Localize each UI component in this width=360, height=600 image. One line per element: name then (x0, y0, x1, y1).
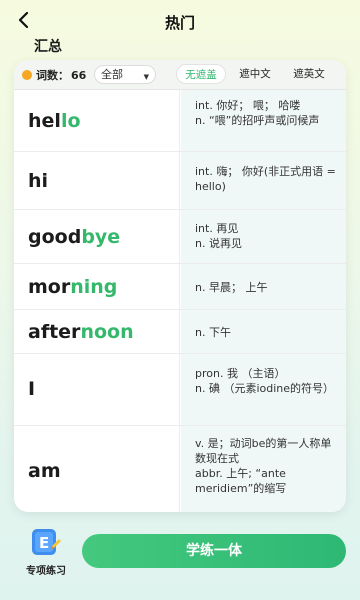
definition-cell: int. 你好； 喂； 哈喽 n. “喂”的招呼声或问候声 (181, 90, 346, 151)
definition-cell: int. 嗨； 你好(非正式用语 = hello) (181, 152, 346, 209)
learn-practice-button[interactable]: 学练一体 (82, 534, 346, 568)
definition-cell: int. 再见 n. 说再见 (181, 210, 346, 263)
section-title: 汇总 (34, 39, 62, 55)
page-title: 热门 (164, 14, 195, 32)
definition-text: n. 早晨； 上午 (195, 281, 268, 294)
word-row[interactable]: morning n. 早晨； 上午 (14, 264, 346, 310)
word-text: am (28, 460, 61, 482)
word-list-card: 词数： 66 全部 ▼ 无遮盖 遮中文 遮英文 hello int. 你好； 喂… (14, 60, 346, 512)
word-text: goodbye (28, 226, 121, 248)
svg-text:E: E (39, 534, 49, 552)
word-highlight: bye (81, 226, 121, 248)
list-toolbar: 词数： 66 全部 ▼ 无遮盖 遮中文 遮英文 (14, 60, 346, 90)
word-row[interactable]: am v. 是；动词be的第一人称单数现在式 abbr. 上午; “ante m… (14, 426, 346, 512)
definition-text: n. 下午 (195, 326, 231, 339)
word-row[interactable]: afternoon n. 下午 (14, 310, 346, 354)
word-cell: I (14, 354, 180, 425)
word-highlight: lo (60, 110, 81, 132)
definition-text: int. 你好； 喂； 哈喽 n. “喂”的招呼声或问候声 (195, 99, 320, 127)
word-highlight: noon (80, 321, 134, 343)
word-cell: afternoon (14, 310, 180, 353)
filter-select-value: 全部 (101, 68, 123, 81)
word-cell: morning (14, 264, 180, 309)
definition-text: pron. 我 （主语） n. 碘 （元素iodine的符号） (195, 367, 335, 395)
caret-down-icon: ▼ (143, 73, 149, 81)
count-dot-icon (22, 70, 32, 80)
definition-cell: n. 下午 (181, 310, 346, 353)
word-text: I (28, 378, 36, 400)
word-text: afternoon (28, 321, 134, 343)
word-count-label: 词数： (36, 69, 69, 82)
tab-hide-chinese[interactable]: 遮中文 (230, 64, 280, 84)
word-count-value: 66 (71, 68, 87, 82)
word-cell: goodbye (14, 210, 180, 263)
word-row[interactable]: I pron. 我 （主语） n. 碘 （元素iodine的符号） (14, 354, 346, 426)
definition-cell: n. 早晨； 上午 (181, 264, 346, 309)
definition-cell: v. 是；动词be的第一人称单数现在式 abbr. 上午; “ante meri… (181, 426, 346, 512)
definition-text: int. 再见 n. 说再见 (195, 222, 242, 250)
tab-no-mask[interactable]: 无遮盖 (176, 64, 226, 84)
bottom-bar: E 专项练习 学练一体 (0, 520, 360, 600)
practice-e-icon: E (32, 529, 61, 555)
definition-cell: pron. 我 （主语） n. 碘 （元素iodine的符号） (181, 354, 346, 425)
word-row[interactable]: hello int. 你好； 喂； 哈喽 n. “喂”的招呼声或问候声 (14, 90, 346, 152)
word-rows: hello int. 你好； 喂； 哈喽 n. “喂”的招呼声或问候声 hi i… (14, 90, 346, 512)
special-practice-button[interactable]: E 专项练习 (20, 528, 72, 577)
word-cell: hello (14, 90, 180, 151)
definition-text: int. 嗨； 你好(非正式用语 = hello) (195, 165, 336, 193)
word-row[interactable]: hi int. 嗨； 你好(非正式用语 = hello) (14, 152, 346, 210)
word-highlight: ning (70, 276, 118, 298)
word-text: morning (28, 276, 118, 298)
mask-tabs: 无遮盖 遮中文 遮英文 (176, 64, 342, 86)
word-cell: hi (14, 152, 180, 209)
word-cell: am (14, 426, 180, 512)
word-count: 词数： 66 (22, 67, 86, 83)
tab-hide-english[interactable]: 遮英文 (284, 64, 334, 84)
word-text: hello (28, 110, 81, 132)
filter-select[interactable]: 全部 ▼ (94, 65, 156, 84)
word-row[interactable]: goodbye int. 再见 n. 说再见 (14, 210, 346, 264)
word-text: hi (28, 170, 49, 192)
special-practice-label: 专项练习 (26, 566, 66, 577)
definition-text: v. 是；动词be的第一人称单数现在式 abbr. 上午; “ante meri… (195, 437, 332, 495)
